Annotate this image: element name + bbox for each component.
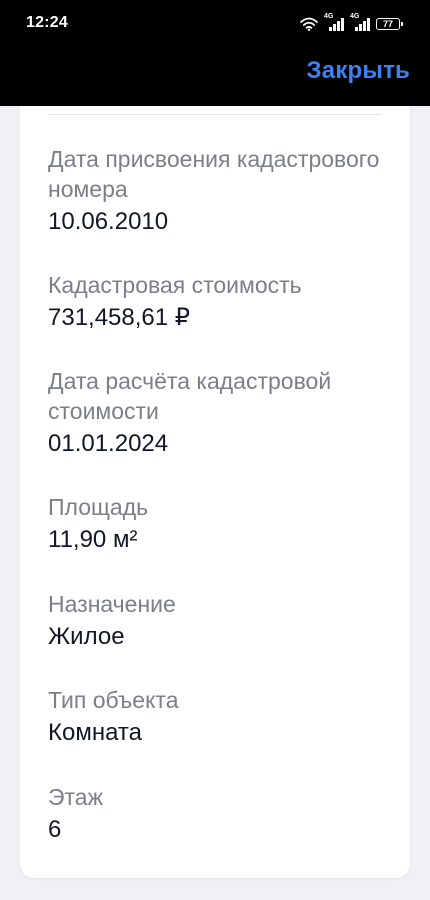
battery-icon: 77 <box>376 18 403 30</box>
field-value: Жилое <box>48 623 125 650</box>
field-value: 6 <box>48 816 62 843</box>
cellular-signal-icon: 4G <box>350 13 370 31</box>
status-bar: 12:24 4G 4G 77 <box>0 0 430 48</box>
field-label: Площадь <box>48 494 149 520</box>
field-value: 731,458,61 ₽ <box>48 304 191 331</box>
field-label: Тип объекта <box>48 687 179 713</box>
field-purpose: Назначение Жилое <box>48 589 388 653</box>
close-button[interactable]: Закрыть <box>307 57 410 85</box>
field-cadastral-value: Кадастровая стоимость 731,458,61 ₽ <box>48 270 388 334</box>
status-time: 12:24 <box>26 14 68 31</box>
field-label: Дата присвоения кадастрового номера <box>48 146 380 202</box>
field-value: 11,90 м² <box>48 526 138 553</box>
field-cadastral-number-date: Дата присвоения кадастрового номера 10.0… <box>48 144 388 238</box>
details-card: Дата присвоения кадастрового номера 10.0… <box>20 106 410 878</box>
cellular-signal-icon: 4G <box>324 13 344 31</box>
field-valuation-date: Дата расчёта кадастровой стоимости 01.01… <box>48 366 388 460</box>
field-label: Назначение <box>48 591 176 617</box>
field-value: Комната <box>48 719 142 746</box>
field-label: Дата расчёта кадастровой стоимости <box>48 368 332 424</box>
field-label: Этаж <box>48 784 103 810</box>
field-value: 10.06.2010 <box>48 208 169 235</box>
field-floor: Этаж 6 <box>48 782 388 846</box>
battery-level: 77 <box>382 19 393 29</box>
field-label: Кадастровая стоимость <box>48 272 302 298</box>
field-value: 01.01.2024 <box>48 430 169 457</box>
wifi-icon <box>300 17 318 31</box>
divider <box>48 114 382 115</box>
field-object-type: Тип объекта Комната <box>48 685 388 749</box>
status-icons: 4G 4G 77 <box>300 13 403 33</box>
top-bar: Закрыть <box>0 48 430 106</box>
field-area: Площадь 11,90 м² <box>48 492 388 556</box>
